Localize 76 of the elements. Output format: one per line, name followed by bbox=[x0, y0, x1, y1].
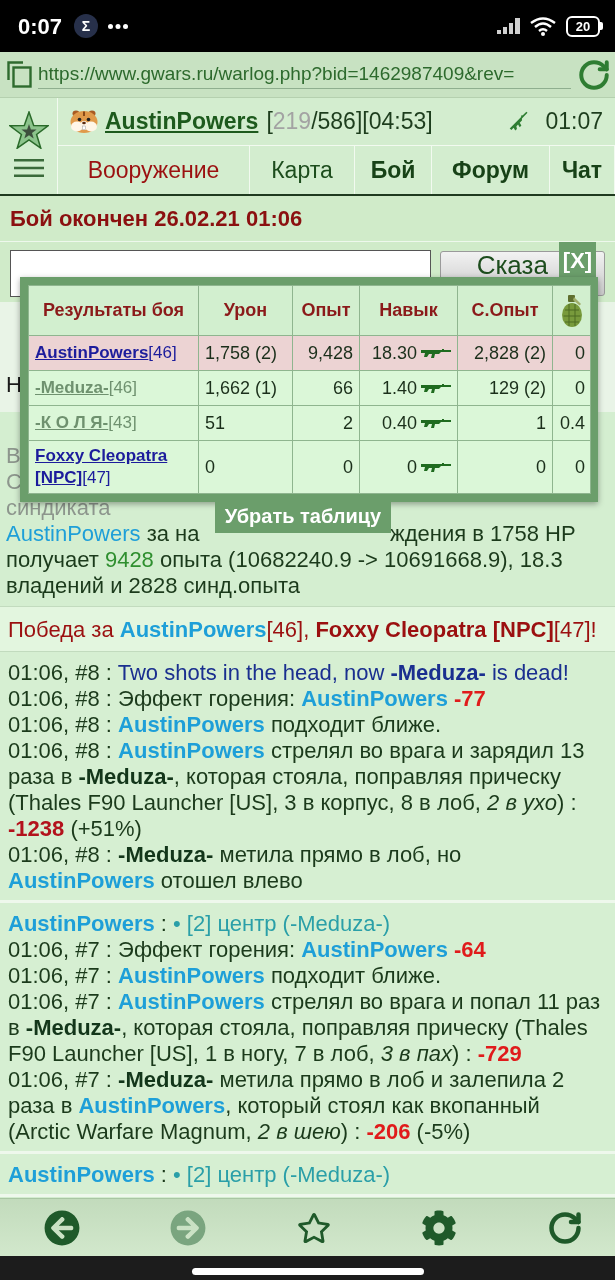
log-entry: 01:06, #8 : AustinPowers подходит ближе. bbox=[8, 712, 443, 738]
player-name[interactable]: AustinPowers[46] bbox=[28, 335, 199, 371]
rifle-icon bbox=[421, 348, 451, 358]
table-cell: 9,428 bbox=[292, 335, 360, 371]
covered-text: С bbox=[6, 469, 22, 494]
nav-link[interactable]: Карта bbox=[250, 146, 355, 194]
nav-link[interactable]: Бой bbox=[355, 146, 432, 194]
covered-text: синдиката bbox=[6, 495, 111, 520]
log-entry: 01:06, #7 : AustinPowers стрелял во врага и попал 11 раз в -Meduza-, которая стояла, поправляя прическу (Thales F90 Launcher [US], 1 в ногу, 7 в лоб, 3 в пах) : -729 bbox=[8, 989, 602, 1067]
copy-icon[interactable] bbox=[7, 61, 32, 88]
rifle-icon bbox=[421, 418, 451, 428]
table-cell: 51 bbox=[198, 405, 293, 441]
hamster-icon bbox=[70, 110, 98, 133]
table-cell: 1 bbox=[457, 405, 553, 441]
table-cell: 1,758 (2) bbox=[198, 335, 293, 371]
table-cell: 0 bbox=[552, 370, 591, 406]
battle-title: Бой окончен 26.02.21 01:06 bbox=[10, 205, 303, 233]
summary-text-fragment: ждения в 1758 HP bbox=[390, 521, 576, 547]
battery-indicator: 20 bbox=[566, 15, 603, 37]
column-header: Навык bbox=[359, 285, 458, 336]
table-cell: 0 bbox=[198, 440, 293, 494]
column-header: С.Опыт bbox=[457, 285, 553, 336]
player-name[interactable]: Foxxy Cleopatra [NPC][47] bbox=[28, 440, 199, 494]
skill-value: 0.40 bbox=[381, 412, 417, 435]
notification-badge: Σ bbox=[74, 14, 99, 38]
table-cell: 0 bbox=[292, 440, 360, 494]
reload-icon[interactable] bbox=[577, 57, 611, 92]
nav-link[interactable]: Чат bbox=[550, 146, 615, 194]
log-entry: 01:06, #7 : AustinPowers подходит ближе. bbox=[8, 963, 443, 989]
nav-link[interactable]: Форум bbox=[432, 146, 550, 194]
signal-icon bbox=[497, 18, 520, 34]
covered-text: В bbox=[6, 443, 21, 468]
column-header: Опыт bbox=[292, 285, 360, 336]
table-cell: 2 bbox=[292, 405, 360, 441]
summary-text-fragment: AustinPowers за на bbox=[6, 521, 200, 547]
log-entry: AustinPowers : • [2] центр (-Meduza-) bbox=[8, 1162, 392, 1188]
star-icon[interactable] bbox=[8, 111, 49, 149]
log-entry: 01:06, #8 : AustinPowers стрелял во врага и зарядил 13 раза в -Meduza-, которая стояла, поправляя прическу (Thales F90 Launcher [US], 3 в корпус, 8 в лоб, 2 в ухо) : -1238 (+51%) bbox=[8, 738, 586, 842]
grenade-icon bbox=[561, 294, 582, 327]
clock: 01:07 bbox=[545, 107, 603, 137]
table-cell: 129 (2) bbox=[457, 370, 553, 406]
more-icon bbox=[108, 23, 129, 29]
column-header: Результаты боя bbox=[28, 285, 199, 336]
log-entry: 01:06, #8 : Two shots in the head, now -Meduza- is dead! bbox=[8, 660, 570, 686]
status-time: 0:07 bbox=[18, 12, 63, 41]
table-cell: 66 bbox=[292, 370, 360, 406]
skill-value: 0 bbox=[407, 456, 417, 479]
summary-text: получает 9428 опыта (10682240.9 -> 10691668.9), 18.3 владений и 2828 синд.опыта bbox=[6, 547, 564, 599]
table-cell: 0 bbox=[552, 440, 591, 494]
victory-text: Победа за AustinPowers[46], Foxxy Cleopatra [NPC][47]! bbox=[8, 615, 597, 644]
back-icon[interactable] bbox=[44, 1209, 80, 1246]
column-header: Урон bbox=[198, 285, 293, 336]
table-cell: 1,662 (1) bbox=[198, 370, 293, 406]
skill-value: 18.30 bbox=[371, 342, 417, 365]
url-field[interactable]: https://www.gwars.ru/warlog.php?bid=1462987409&rev= bbox=[38, 60, 571, 89]
log-entry: 01:06, #7 : -Meduza- метила прямо в лоб и залепила 2 раза в AustinPowers, который стоял как вкопанный (Arctic Warfare Magnum, 2 в шею) : -206 (-5%) bbox=[8, 1067, 566, 1145]
player-stats: [219/586][04:53] bbox=[266, 107, 433, 137]
player-name-link[interactable]: AustinPowers bbox=[105, 104, 259, 139]
reload-icon[interactable] bbox=[547, 1209, 583, 1246]
log-entry: AustinPowers : • [2] центр (-Meduza-) bbox=[8, 911, 392, 937]
table-cell: 0 bbox=[552, 335, 591, 371]
wifi-icon bbox=[530, 16, 556, 36]
covered-text: Н bbox=[6, 372, 22, 398]
nav-link[interactable]: Вооружение bbox=[58, 146, 250, 194]
menu-icon[interactable] bbox=[13, 159, 44, 177]
table-cell: 2,828 (2) bbox=[457, 335, 553, 371]
skill-value: 1.40 bbox=[381, 377, 417, 400]
table-cell: 0.4 bbox=[552, 405, 591, 441]
log-entry: 01:06, #8 : -Meduza- метила прямо в лоб, но AustinPowers отошел влево bbox=[8, 842, 463, 894]
settings-icon[interactable] bbox=[420, 1209, 457, 1246]
star-icon[interactable] bbox=[296, 1210, 331, 1245]
log-entry: 01:06, #7 : Эффект горения: AustinPowers -64 bbox=[8, 937, 487, 963]
table-cell: 0 bbox=[457, 440, 553, 494]
log-entry: 01:06, #8 : Эффект горения: AustinPowers -77 bbox=[8, 686, 487, 712]
rifle-icon bbox=[421, 383, 451, 393]
rifle-icon bbox=[421, 462, 451, 472]
